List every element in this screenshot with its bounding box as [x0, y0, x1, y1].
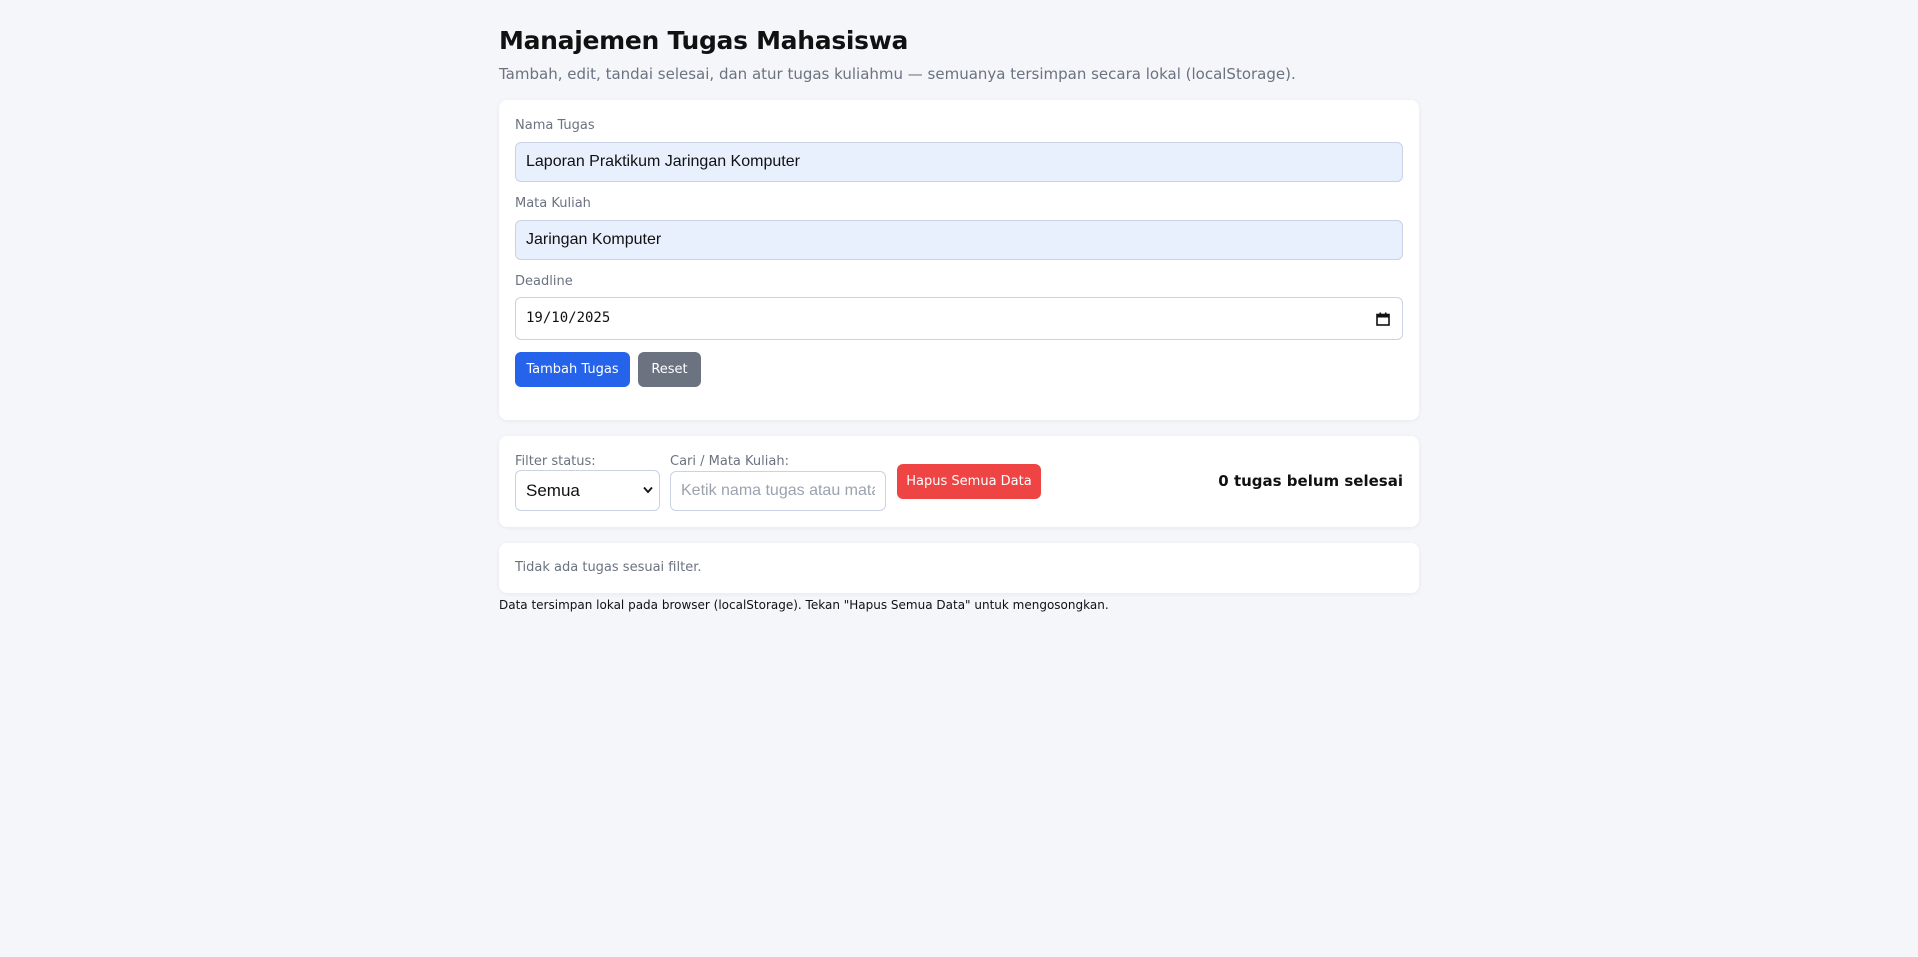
deadline-date-input[interactable]: 19/10/2025	[515, 297, 1403, 340]
pending-task-counter: 0 tugas belum selesai	[1218, 472, 1403, 490]
task-form-card: Nama Tugas Mata Kuliah Deadline 19/10/20…	[499, 100, 1419, 420]
filter-controls-card: Filter status: Semua Cari / Mata Kuliah:…	[499, 436, 1419, 527]
task-name-label: Nama Tugas	[515, 118, 595, 133]
add-task-button[interactable]: Tambah Tugas	[515, 352, 630, 387]
search-input[interactable]	[670, 471, 886, 511]
deadline-label: Deadline	[515, 274, 573, 289]
filter-status-value: Semua	[526, 481, 580, 500]
page-subtitle: Tambah, edit, tandai selesai, dan atur t…	[499, 65, 1296, 83]
deadline-value: 19/10/2025	[526, 310, 611, 326]
course-label: Mata Kuliah	[515, 196, 591, 211]
filter-status-label: Filter status:	[515, 454, 596, 469]
clear-all-button[interactable]: Hapus Semua Data	[897, 464, 1041, 499]
course-input[interactable]	[515, 220, 1403, 260]
task-name-input[interactable]	[515, 142, 1403, 182]
footer-note: Data tersimpan lokal pada browser (local…	[499, 598, 1109, 612]
page-title: Manajemen Tugas Mahasiswa	[499, 26, 909, 55]
filter-status-select[interactable]: Semua	[515, 470, 660, 511]
empty-list-message: Tidak ada tugas sesuai filter.	[515, 560, 702, 575]
chevron-down-icon	[643, 486, 653, 494]
task-list-card: Tidak ada tugas sesuai filter.	[499, 543, 1419, 593]
search-label: Cari / Mata Kuliah:	[670, 454, 789, 469]
reset-button[interactable]: Reset	[638, 352, 701, 387]
calendar-icon[interactable]	[1376, 312, 1390, 326]
